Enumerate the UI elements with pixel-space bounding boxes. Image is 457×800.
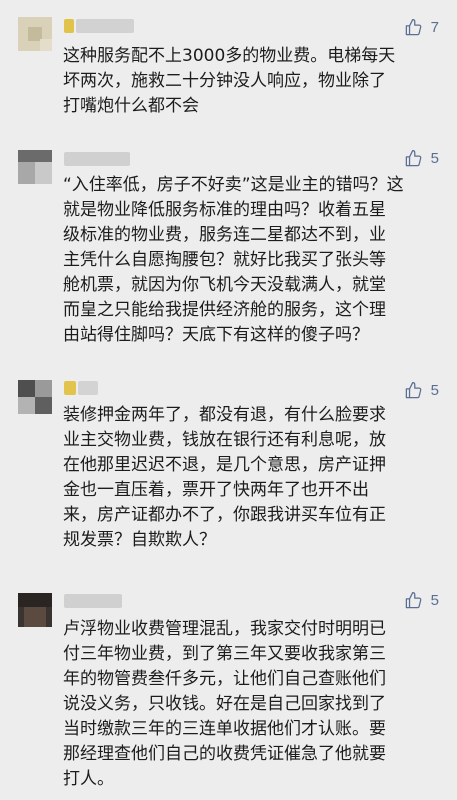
comment-line: 级标准的物业费，服务连二星都达不到，业 (63, 225, 386, 245)
comment-text: 卢浮物业收费管理混乱，我家交付时明明已 付三年物业费，到了第三年又要收我家第三 … (63, 617, 451, 792)
comment-line: 金也一直压着，票开了快两年了也开不出 (63, 480, 369, 500)
like-count: 5 (430, 149, 439, 167)
thumbs-up-icon (404, 149, 423, 168)
like-count: 5 (430, 381, 439, 399)
like-button[interactable]: 5 (404, 590, 439, 610)
comment-line: “入住率低，房子不好卖”这是业主的错吗？这 (63, 175, 404, 195)
thumbs-up-icon (404, 381, 423, 400)
nickname[interactable] (64, 152, 130, 166)
comment-line: 就是物业降低服务标准的理由吗？收着五星 (63, 200, 386, 220)
comment-line: 而皇之只能给我提供经济舱的服务，这个理 (63, 300, 386, 320)
thumbs-up-icon (404, 591, 423, 610)
avatar[interactable] (18, 593, 52, 627)
comment-line: 舱机票，就因为你飞机今天没载满人，就堂 (63, 275, 386, 295)
comment-line: 付三年物业费，到了第三年又要收我家第三 (63, 644, 386, 664)
like-button[interactable]: 5 (404, 148, 439, 168)
comment-line: 主凭什么自愿掏腰包？就好比我买了张头等 (63, 250, 386, 270)
thumbs-up-icon (404, 18, 423, 37)
nickname[interactable] (64, 19, 134, 33)
avatar[interactable] (18, 380, 52, 414)
comment-line: 年的物管费叁仟多元，让他们自己查账他们 (63, 669, 386, 689)
comment-line: 来，房产证都办不了，你跟我讲买车位有正 (63, 505, 386, 525)
like-button[interactable]: 5 (404, 380, 439, 400)
comment-text: 装修押金两年了，都没有退，有什么脸要求 业主交物业费，钱放在银行还有利息呢，放 … (63, 403, 451, 553)
comment-line: 当时缴款三年的三连单收据他们才认账。要 (63, 719, 386, 739)
like-count: 7 (430, 18, 439, 36)
like-button[interactable]: 7 (404, 17, 439, 37)
comment-feed: 7 这种服务配不上3000多的物业费。电梯每天 坏两次，施救二十分钟没人响应，物… (0, 0, 457, 800)
comment-line: 由站得住脚吗？天底下有这样的傻子吗？ (63, 325, 369, 345)
comment-line: 打人。 (63, 769, 114, 789)
nickname[interactable] (64, 381, 98, 395)
comment-line: 坏两次，施救二十分钟没人响应，物业除了 (63, 71, 386, 91)
comment-line: 规发票？自欺欺人？ (63, 530, 216, 550)
comment-line: 卢浮物业收费管理混乱，我家交付时明明已 (63, 619, 386, 639)
comment-text: 这种服务配不上3000多的物业费。电梯每天 坏两次，施救二十分钟没人响应，物业除… (63, 44, 451, 119)
comment-line: 装修押金两年了，都没有退，有什么脸要求 (63, 405, 386, 425)
comment-line: 那经理查他们自己的收费凭证催急了他就要 (63, 744, 386, 764)
avatar[interactable] (18, 150, 52, 184)
nickname[interactable] (64, 594, 122, 608)
avatar[interactable] (18, 17, 52, 51)
comment-line: 在他那里迟迟不退，是几个意思，房产证押 (63, 455, 386, 475)
comment-line: 说没义务，只收钱。好在是自己回家找到了 (63, 694, 386, 714)
comment-line: 业主交物业费，钱放在银行还有利息呢，放 (63, 430, 386, 450)
comment-line: 这种服务配不上3000多的物业费。电梯每天 (63, 46, 396, 66)
comment-text: “入住率低，房子不好卖”这是业主的错吗？这 就是物业降低服务标准的理由吗？收着五… (63, 173, 451, 348)
like-count: 5 (430, 591, 439, 609)
comment-line: 打嘴炮什么都不会 (63, 96, 199, 116)
